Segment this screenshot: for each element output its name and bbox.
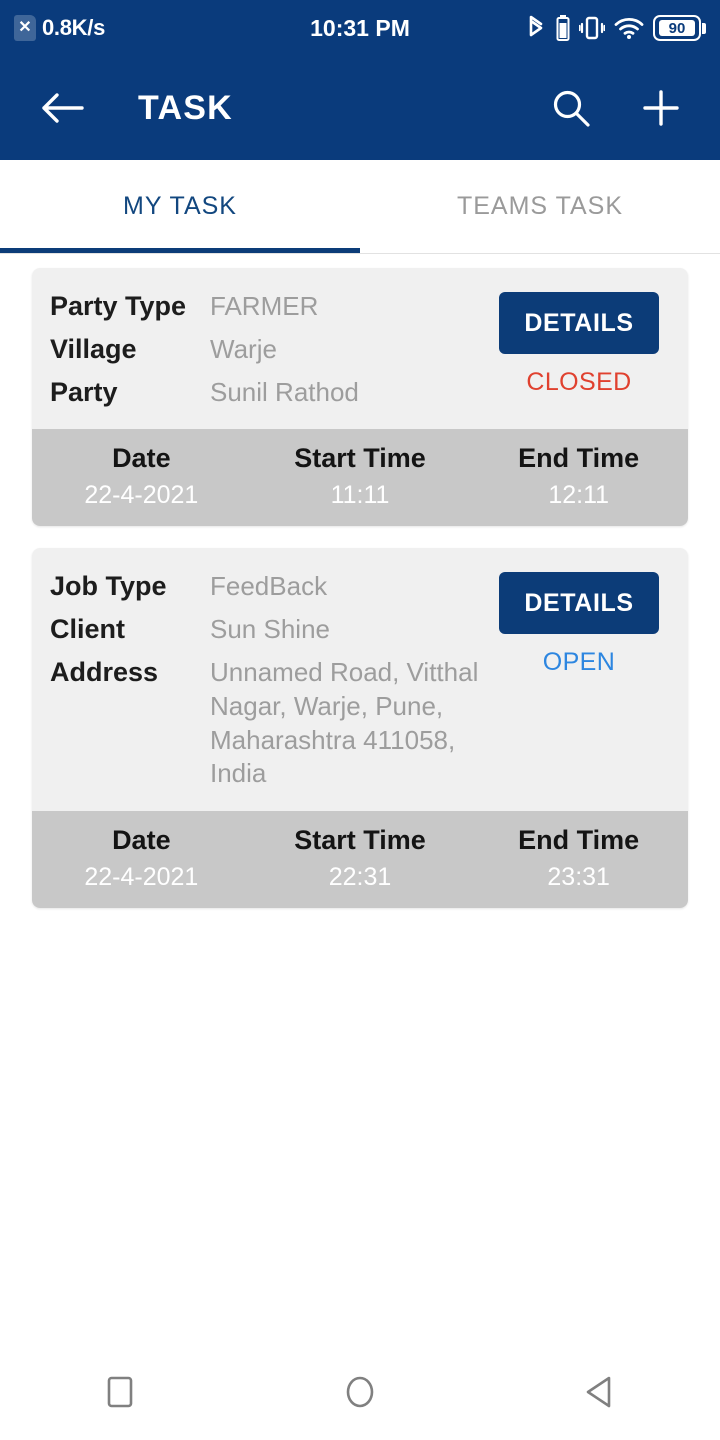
tab-bar: MY TASK TEAMS TASK [0,160,720,254]
field-row: Party Type FARMER [50,290,488,324]
status-bar-left: ✕ 0.8K/s [14,15,105,41]
task-card-fields: Party Type FARMER Village Warje Party Su… [50,290,488,409]
task-card-schedule: Date 22-4-2021 Start Time 22:31 End Time… [32,811,688,909]
task-card-schedule: Date 22-4-2021 Start Time 11:11 End Time… [32,429,688,527]
app-bar: TASK [0,56,720,160]
task-card[interactable]: Job Type FeedBack Client Sun Shine Addre… [32,548,688,909]
plus-icon[interactable] [638,85,684,131]
task-card-actions: DETAILS CLOSED [488,290,670,397]
schedule-date-column: Date 22-4-2021 [32,443,251,510]
field-row: Job Type FeedBack [50,570,488,604]
schedule-date-column: Date 22-4-2021 [32,825,251,892]
task-card-actions: DETAILS OPEN [488,570,670,677]
column-header: End Time [518,443,640,474]
field-row: Client Sun Shine [50,613,488,647]
tab-my-task[interactable]: MY TASK [0,160,360,253]
field-label: Address [50,656,159,687]
field-value: FeedBack [210,571,328,602]
field-value: Sun Shine [210,614,330,645]
column-header: End Time [518,825,640,856]
vibrate-icon [579,14,605,42]
column-value: 11:11 [330,481,390,510]
task-card-body: Party Type FARMER Village Warje Party Su… [32,268,688,430]
tab-teams-task[interactable]: TEAMS TASK [360,160,720,253]
field-label: Party Type [50,291,187,321]
status-badge: OPEN [542,648,616,677]
details-button[interactable]: DETAILS [499,572,659,635]
tab-indicator [0,248,360,253]
field-value: Unnamed Road, Vitthal Nagar, Warje, Pune… [210,656,479,789]
circle-icon[interactable] [240,1372,480,1412]
field-label: Party [50,376,118,407]
battery-small-icon [556,14,570,42]
android-nav-bar [0,1344,720,1440]
column-header: Date [112,825,171,856]
column-value: 22:31 [328,863,392,892]
column-header: Start Time [294,825,426,856]
status-badge: CLOSED [526,368,632,396]
schedule-end-column: End Time 12:11 [469,443,688,510]
column-value: 12:11 [548,481,610,510]
task-list: Party Type FARMER Village Warje Party Su… [0,254,720,909]
field-label: Job Type [50,571,167,602]
task-card-body: Job Type FeedBack Client Sun Shine Addre… [32,548,688,812]
network-speed-text: 0.8K/s [42,15,106,40]
square-icon[interactable] [0,1372,240,1412]
task-card[interactable]: Party Type FARMER Village Warje Party Su… [32,268,688,527]
field-row: Party Sunil Rathod [50,376,488,410]
sim-card-x-icon: ✕ [14,15,36,41]
status-bar-right: 90 [525,14,706,42]
battery-level-text: 90 [659,20,695,36]
column-header: Date [112,443,171,474]
field-row: Village Warje [50,333,488,367]
field-label: Village [50,333,137,364]
field-value: Warje [210,333,277,364]
field-value: FARMER [210,291,319,321]
search-icon[interactable] [548,85,594,131]
field-label: Client [50,614,126,645]
wifi-icon [614,14,644,42]
column-value: 22-4-2021 [84,481,199,510]
task-card-fields: Job Type FeedBack Client Sun Shine Addre… [50,570,488,791]
details-button[interactable]: DETAILS [499,292,659,354]
field-row: Address Unnamed Road, Vitthal Nagar, War… [50,656,488,791]
column-value: 22-4-2021 [84,863,199,892]
battery-percent-icon: 90 [653,15,706,41]
field-value: Sunil Rathod [210,376,359,407]
schedule-start-column: Start Time 22:31 [251,825,470,892]
page-title: TASK [138,88,233,127]
schedule-start-column: Start Time 11:11 [251,443,470,510]
column-value: 23:31 [547,863,610,892]
column-header: Start Time [294,443,426,474]
app-bar-actions [548,85,684,131]
status-bar: ✕ 0.8K/s 10:31 PM 90 [0,0,720,56]
back-button[interactable] [36,82,88,134]
phone-screen: ✕ 0.8K/s 10:31 PM 90 TASK MY TASK TEAMS … [0,0,720,1440]
triangle-left-icon[interactable] [480,1372,720,1412]
bluetooth-icon [525,14,547,42]
schedule-end-column: End Time 23:31 [469,825,688,892]
